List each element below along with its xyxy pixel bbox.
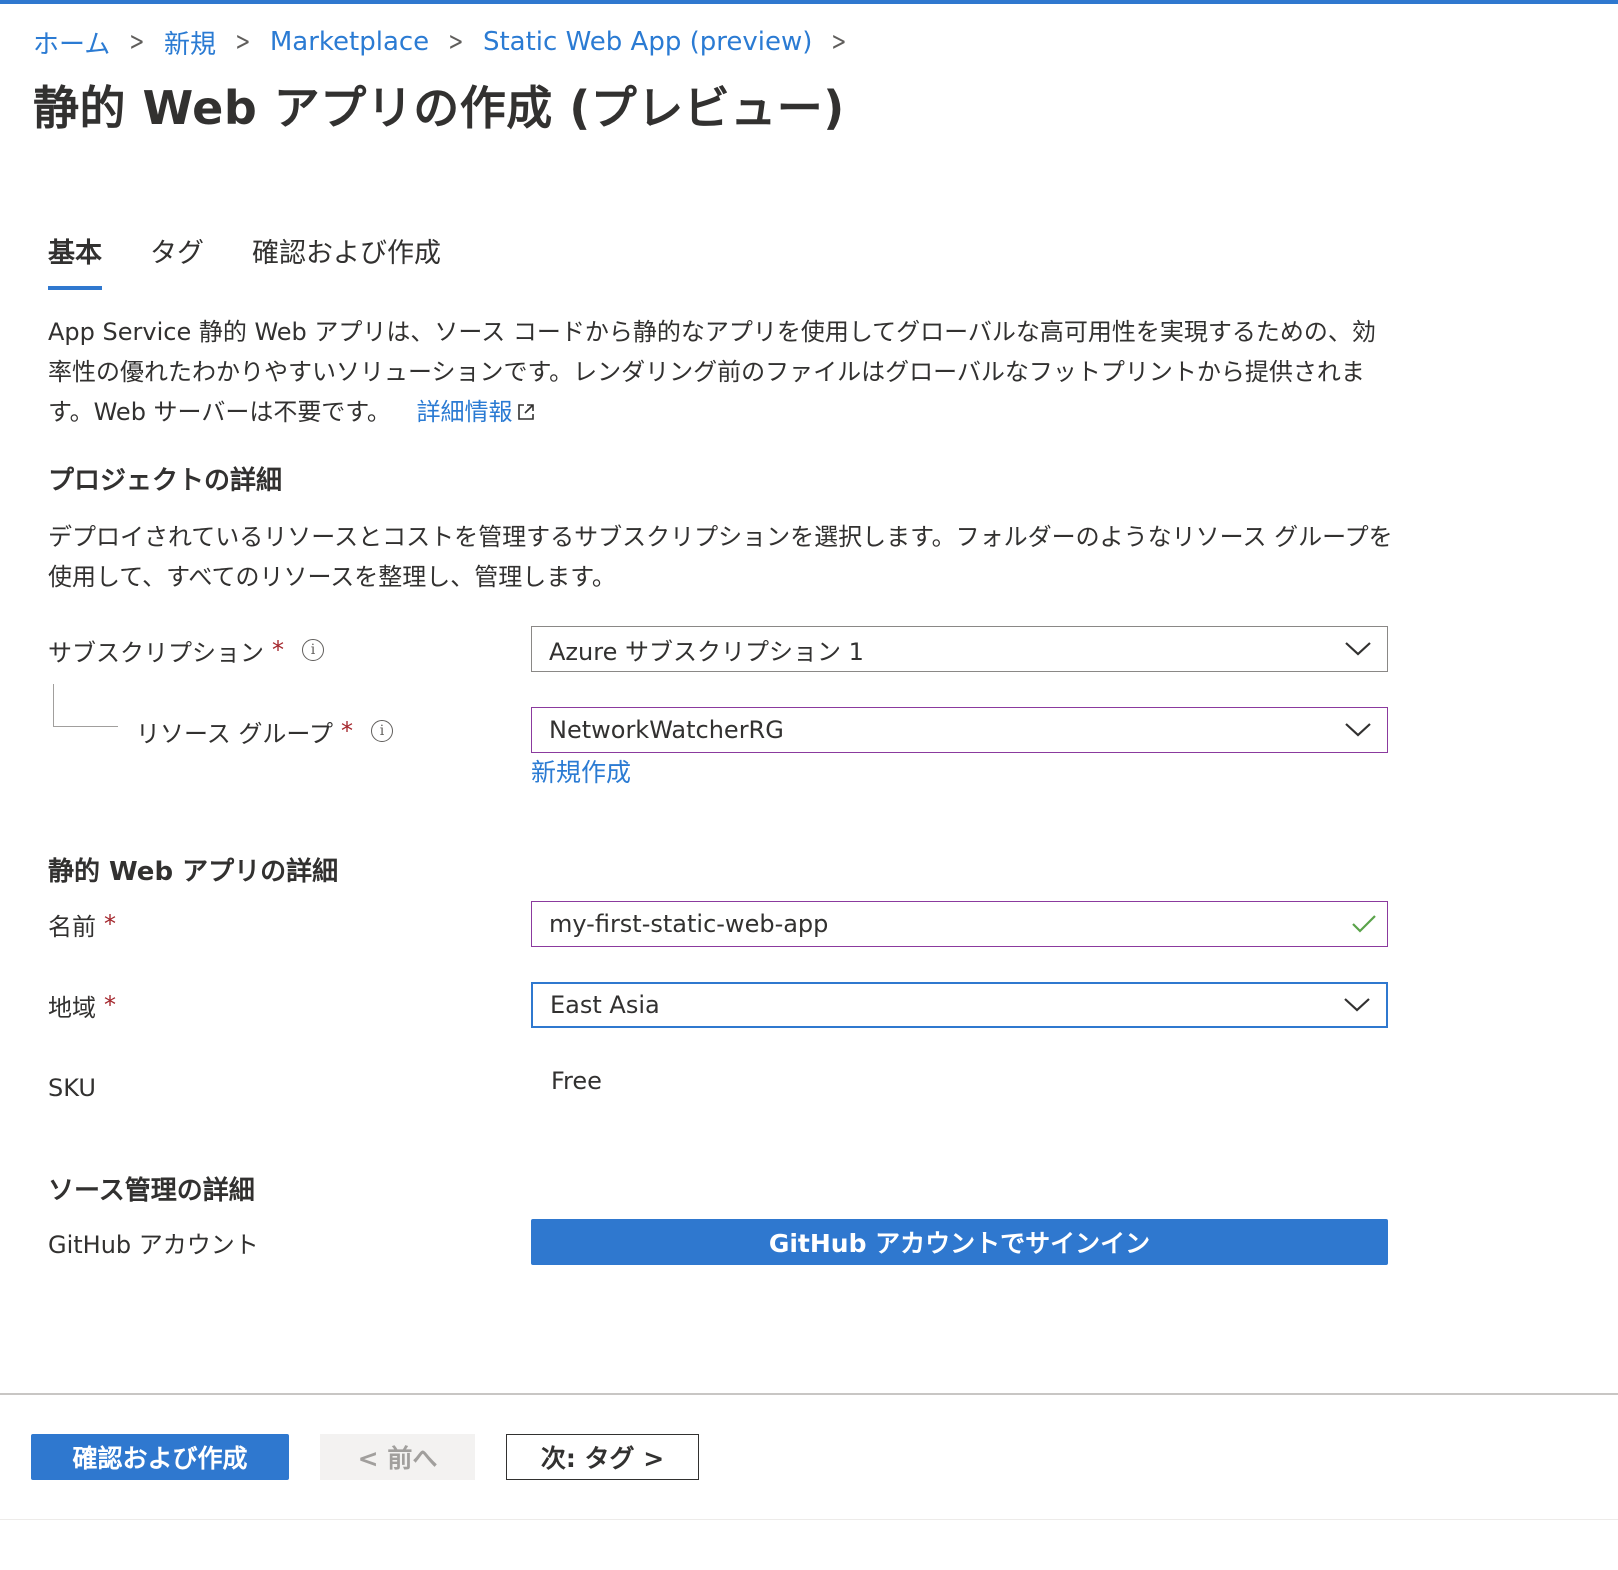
checkmark-icon	[1352, 915, 1376, 933]
github-signin-button[interactable]: GitHub アカウントでサインイン	[531, 1219, 1388, 1265]
breadcrumb-separator: >	[129, 27, 145, 57]
sku-label: SKU	[48, 1074, 96, 1102]
intro-paragraph: App Service 静的 Web アプリは、ソース コードから静的なアプリを…	[48, 312, 1398, 432]
github-account-label: GitHub アカウント	[48, 1230, 259, 1259]
breadcrumb-separator: >	[831, 27, 847, 57]
subscription-value: Azure サブスクリプション 1	[549, 637, 864, 666]
sku-value: Free	[551, 1067, 602, 1095]
breadcrumb-item-marketplace[interactable]: Marketplace	[270, 27, 429, 57]
required-asterisk: *	[104, 991, 116, 1019]
create-new-resource-group-link[interactable]: 新規作成	[531, 753, 631, 789]
tree-connector	[53, 684, 118, 727]
chevron-down-icon	[1344, 998, 1370, 1012]
info-icon[interactable]: i	[302, 639, 324, 661]
tab-basics[interactable]: 基本	[48, 232, 102, 290]
next-tags-button[interactable]: 次: タグ >	[506, 1434, 699, 1480]
source-control-heading: ソース管理の詳細	[48, 1176, 255, 1206]
name-input[interactable]: my-first-static-web-app	[531, 901, 1388, 947]
subscription-label: サブスクリプション	[48, 638, 264, 667]
chevron-down-icon	[1345, 642, 1371, 656]
breadcrumb-separator: >	[448, 27, 464, 57]
review-create-button[interactable]: 確認および作成	[31, 1434, 289, 1480]
project-description: デプロイされているリソースとコストを管理するサブスクリプションを選択します。フォ…	[48, 523, 1393, 591]
breadcrumb: ホーム > 新規 > Marketplace > Static Web App …	[33, 22, 866, 62]
page-title: 静的 Web アプリの作成 (プレビュー)	[33, 81, 845, 135]
required-asterisk: *	[341, 717, 353, 745]
resource-group-label: リソース グループ	[136, 719, 333, 748]
external-link-icon	[517, 404, 534, 420]
tab-bar: 基本 タグ 確認および作成	[48, 232, 489, 294]
bottom-border	[0, 1519, 1618, 1520]
breadcrumb-item-home[interactable]: ホーム	[33, 24, 110, 61]
resource-group-value: NetworkWatcherRG	[549, 716, 784, 744]
chevron-down-icon	[1345, 723, 1371, 737]
breadcrumb-item-static-web-app[interactable]: Static Web App (preview)	[483, 27, 812, 57]
breadcrumb-item-new[interactable]: 新規	[164, 24, 216, 61]
learn-more-link[interactable]: 詳細情報	[417, 398, 535, 426]
previous-button[interactable]: < 前へ	[320, 1434, 475, 1480]
intro-text: App Service 静的 Web アプリは、ソース コードから静的なアプリを…	[48, 318, 1376, 426]
top-accent-bar	[0, 0, 1618, 4]
app-details-heading: 静的 Web アプリの詳細	[48, 857, 339, 887]
tab-tags[interactable]: タグ	[150, 232, 204, 290]
project-details-heading: プロジェクトの詳細	[48, 466, 283, 496]
region-label-row: 地域 *	[48, 983, 116, 1027]
subscription-label-row: サブスクリプション * i	[48, 628, 324, 672]
region-value: East Asia	[550, 991, 660, 1019]
region-dropdown[interactable]: East Asia	[531, 982, 1388, 1028]
breadcrumb-separator: >	[235, 27, 251, 57]
subscription-dropdown[interactable]: Azure サブスクリプション 1	[531, 626, 1388, 672]
region-label: 地域	[48, 993, 96, 1022]
name-value: my-first-static-web-app	[549, 910, 829, 938]
name-label-row: 名前 *	[48, 902, 116, 946]
resource-group-label-row: リソース グループ * i	[136, 709, 393, 753]
name-label: 名前	[48, 912, 96, 941]
tab-review-create[interactable]: 確認および作成	[252, 232, 441, 290]
footer-divider	[0, 1393, 1618, 1395]
required-asterisk: *	[272, 636, 284, 664]
resource-group-dropdown[interactable]: NetworkWatcherRG	[531, 707, 1388, 753]
learn-more-label: 詳細情報	[416, 398, 513, 426]
required-asterisk: *	[104, 910, 116, 938]
info-icon[interactable]: i	[371, 720, 393, 742]
